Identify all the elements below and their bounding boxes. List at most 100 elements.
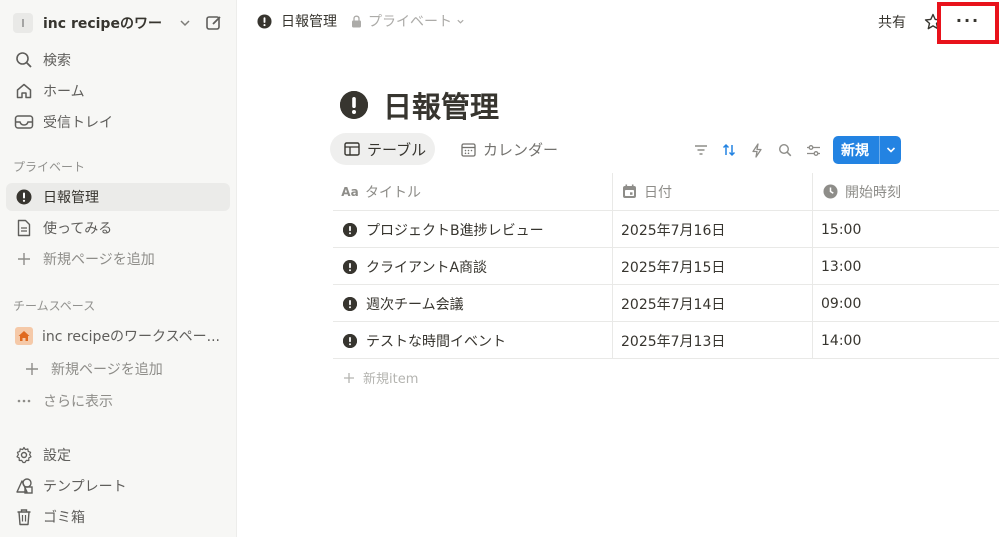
teamspace-section-label[interactable]: チームスペース [13, 297, 95, 314]
column-header-date[interactable]: 日付 [620, 173, 672, 210]
new-page-edit-icon[interactable] [204, 13, 224, 33]
title-cell[interactable]: クライアントA商談 [343, 248, 487, 285]
workspace-avatar: I [13, 13, 33, 33]
column-header-title[interactable]: Aa タイトル [341, 173, 421, 210]
sidebar-item-label: inc recipeのワークスペー... [42, 329, 221, 345]
trash-icon [13, 506, 35, 528]
shapes-icon [13, 475, 35, 497]
calendar-icon [620, 183, 638, 201]
sidebar-item-label: ゴミ箱 [43, 510, 85, 526]
sidebar-item-trash[interactable]: ゴミ箱 [6, 503, 230, 531]
title-cell[interactable]: 週次チーム会議 [343, 285, 464, 322]
inbox-icon [13, 111, 35, 133]
title-cell[interactable]: プロジェクトB進捗レビュー [343, 211, 544, 248]
sidebar-item-daily-report[interactable]: 日報管理 [6, 183, 230, 211]
title-cell[interactable]: テストな時間イベント [343, 322, 506, 359]
row-title: クライアントA商談 [366, 259, 488, 276]
date-cell[interactable]: 2025年7月16日 [621, 211, 725, 248]
exclamation-circle-icon[interactable] [340, 91, 368, 119]
row-title: 週次チーム会議 [366, 296, 464, 313]
filter-icon[interactable] [691, 140, 711, 160]
sidebar-item-settings[interactable]: 設定 [6, 441, 230, 469]
topbar: 日報管理 プライベート 共有 ··· [237, 0, 999, 45]
ellipsis-icon [13, 390, 35, 412]
chevron-down-icon [456, 17, 465, 26]
tab-calendar-view[interactable]: カレンダー [446, 133, 558, 165]
table-icon [343, 140, 361, 158]
gear-icon [13, 444, 35, 466]
share-button[interactable]: 共有 [878, 12, 906, 32]
tab-label: カレンダー [483, 140, 559, 159]
sidebar-add-team-page[interactable]: 新規ページを追加 [6, 355, 230, 383]
sidebar-item-label: さらに表示 [43, 394, 113, 410]
exclamation-circle-icon [257, 13, 272, 29]
column-header-label: 開始時刻 [845, 184, 901, 201]
breadcrumb-privacy-label: プライベート [368, 14, 452, 30]
sidebar-item-search[interactable]: 検索 [6, 46, 230, 74]
workspace-switcher[interactable]: I inc recipeのワー... [6, 8, 230, 38]
lock-icon [351, 15, 362, 28]
sidebar-item-home[interactable]: ホーム [6, 77, 230, 105]
new-button-label: 新規 [841, 143, 869, 159]
date-cell[interactable]: 2025年7月14日 [621, 285, 725, 322]
column-header-start-time[interactable]: 開始時刻 [821, 173, 901, 210]
plus-icon [343, 372, 355, 384]
sidebar-add-private-page[interactable]: 新規ページを追加 [6, 245, 230, 273]
sidebar-item-label: 検索 [43, 53, 71, 69]
exclamation-circle-icon [343, 296, 357, 311]
home-icon [13, 80, 35, 102]
automation-bolt-icon[interactable] [747, 140, 767, 160]
sidebar-item-label: 設定 [43, 448, 71, 464]
workspace-name: inc recipeのワー... [43, 16, 161, 32]
time-cell[interactable]: 09:00 [821, 285, 861, 322]
breadcrumb-privacy[interactable]: プライベート [351, 11, 465, 31]
search-icon[interactable] [775, 140, 795, 160]
table-row[interactable]: 週次チーム会議 2025年7月14日 09:00 [333, 285, 999, 322]
column-header-label: 日付 [644, 184, 672, 201]
table-row[interactable]: テストな時間イベント 2025年7月13日 14:00 [333, 322, 999, 359]
sidebar-item-label: 日報管理 [43, 190, 99, 206]
house-icon [13, 325, 35, 347]
exclamation-circle-icon [13, 186, 35, 208]
date-cell[interactable]: 2025年7月13日 [621, 322, 725, 359]
sidebar-item-label: 新規ページを追加 [43, 252, 155, 268]
time-cell[interactable]: 14:00 [821, 322, 861, 359]
plus-icon [21, 358, 43, 380]
time-cell[interactable]: 15:00 [821, 211, 861, 248]
sidebar-item-teamspace[interactable]: inc recipeのワークスペー... [6, 322, 230, 350]
sidebar-item-label: ホーム [43, 84, 85, 100]
sidebar-item-getting-started[interactable]: 使ってみる [6, 214, 230, 242]
column-header-label: タイトル [365, 184, 421, 201]
page-title[interactable]: 日報管理 [383, 84, 499, 126]
table-row[interactable]: クライアントA商談 2025年7月15日 13:00 [333, 248, 999, 285]
settings-sliders-icon[interactable] [803, 140, 823, 160]
private-section-label[interactable]: プライベート [13, 158, 85, 175]
tab-table-view[interactable]: テーブル [330, 133, 435, 165]
plus-icon [13, 248, 35, 270]
add-new-item-row[interactable]: 新規item [343, 368, 418, 387]
document-icon [13, 217, 35, 239]
new-entry-button[interactable]: 新規 [833, 136, 901, 164]
more-dots-icon: ··· [955, 10, 981, 30]
more-options-button[interactable]: ··· [937, 2, 999, 44]
text-icon: Aa [341, 184, 359, 199]
row-title: テストな時間イベント [366, 333, 506, 350]
sort-icon[interactable] [719, 140, 739, 160]
exclamation-circle-icon [343, 222, 357, 237]
sidebar-item-templates[interactable]: テンプレート [6, 472, 230, 500]
chevron-down-icon[interactable] [880, 146, 901, 154]
sidebar-show-more[interactable]: さらに表示 [6, 387, 230, 415]
time-cell[interactable]: 13:00 [821, 248, 861, 285]
sidebar-item-inbox[interactable]: 受信トレイ [6, 108, 230, 136]
breadcrumb-page[interactable]: 日報管理 [257, 11, 337, 31]
chevron-down-icon[interactable] [176, 14, 194, 32]
page-header: 日報管理 [340, 84, 499, 126]
tab-label: テーブル [367, 140, 427, 159]
search-icon [13, 49, 35, 71]
table-row[interactable]: プロジェクトB進捗レビュー 2025年7月16日 15:00 [333, 211, 999, 248]
calendar-icon [459, 140, 477, 158]
breadcrumb-page-label: 日報管理 [281, 14, 337, 30]
sidebar-item-label: 新規ページを追加 [51, 362, 163, 378]
date-cell[interactable]: 2025年7月15日 [621, 248, 725, 285]
row-title: プロジェクトB進捗レビュー [366, 222, 544, 239]
